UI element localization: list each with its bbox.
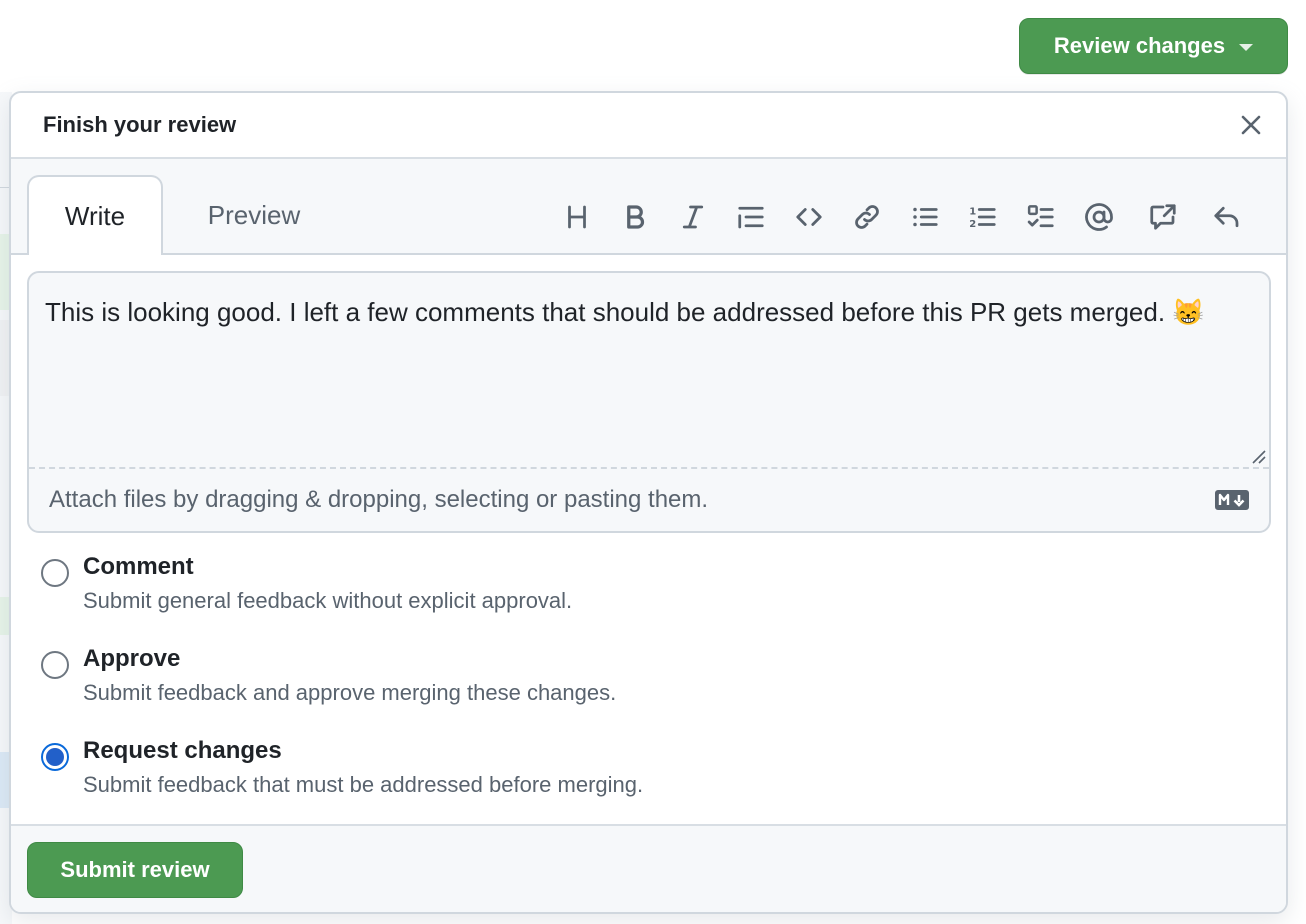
markdown-icon[interactable]	[1215, 490, 1249, 510]
review-changes-label: Review changes	[1053, 33, 1226, 58]
bold-icon	[627, 205, 645, 229]
attach-files-bar[interactable]: Attach files by dragging & dropping, sel…	[29, 469, 1269, 531]
code-button[interactable]	[780, 197, 838, 237]
markdown-toolbar: 12	[548, 197, 1256, 237]
option-comment[interactable]: Comment Submit general feedback without …	[41, 551, 643, 643]
heading-icon	[568, 205, 586, 229]
option-approve[interactable]: Approve Submit feedback and approve merg…	[41, 643, 643, 735]
tab-preview-label: Preview	[207, 199, 301, 230]
caret-down-icon	[1239, 44, 1254, 51]
option-description: Submit feedback and approve merging thes…	[83, 680, 617, 705]
option-description: Submit feedback that must be addressed b…	[83, 772, 644, 797]
option-label: Comment	[83, 553, 194, 580]
mention-icon	[1085, 203, 1113, 231]
submit-review-button[interactable]: Submit review	[27, 842, 243, 898]
option-request-changes[interactable]: Request changes Submit feedback that mus…	[41, 735, 643, 827]
option-description: Submit general feedback without explicit…	[83, 588, 573, 613]
italic-button[interactable]	[664, 197, 722, 237]
link-icon	[855, 205, 879, 229]
radio-approve[interactable]	[41, 651, 69, 679]
svg-text:2: 2	[969, 219, 976, 230]
x-icon	[1241, 115, 1261, 135]
quote-button[interactable]	[722, 197, 780, 237]
heading-button[interactable]	[548, 197, 606, 237]
italic-icon	[682, 205, 704, 229]
attach-hint: Attach files by dragging & dropping, sel…	[49, 486, 709, 513]
task-list-button[interactable]	[1012, 197, 1070, 237]
radio-request-changes[interactable]	[41, 743, 69, 771]
finish-review-popover: Finish your review Write Preview 1 2 Thi…	[9, 91, 1288, 914]
ordered-list-icon: 12	[969, 207, 996, 230]
tab-preview[interactable]: Preview	[187, 175, 321, 255]
popover-footer: Submit review	[11, 824, 1286, 912]
option-label: Approve	[83, 645, 181, 672]
option-label: Request changes	[83, 737, 282, 764]
comment-textarea[interactable]: This is looking good. I left a few comme…	[29, 273, 1269, 469]
task-list-icon	[1027, 205, 1054, 228]
popover-header: Finish your review	[11, 93, 1286, 159]
review-changes-button[interactable]: Review changes	[1019, 18, 1288, 74]
cross-reference-button[interactable]	[1134, 197, 1192, 237]
code-icon	[796, 208, 822, 226]
unordered-list-button[interactable]	[896, 197, 954, 237]
tab-write[interactable]: Write	[27, 175, 163, 255]
quote-icon	[738, 206, 764, 229]
link-button[interactable]	[838, 197, 896, 237]
cross-reference-icon	[1150, 204, 1176, 230]
review-type-options: Comment Submit general feedback without …	[41, 551, 643, 827]
unordered-list-icon	[913, 207, 938, 227]
resize-handle-icon[interactable]	[1249, 447, 1267, 465]
editor-tab-bar: Write Preview 1 2	[11, 159, 1286, 255]
tab-write-label: Write	[64, 200, 126, 231]
bold-button[interactable]	[606, 197, 664, 237]
comment-body: This is looking good. I left a few comme…	[45, 297, 1205, 327]
comment-editor: This is looking good. I left a few comme…	[27, 271, 1271, 533]
radio-comment[interactable]	[41, 559, 69, 587]
popover-title: Finish your review	[43, 112, 237, 137]
mention-button[interactable]	[1070, 197, 1128, 237]
saved-reply-icon	[1214, 206, 1239, 228]
ordered-list-button[interactable]: 12	[954, 197, 1012, 237]
svg-text:1: 1	[969, 207, 976, 218]
close-button[interactable]	[1236, 110, 1266, 140]
saved-reply-button[interactable]	[1198, 197, 1256, 237]
